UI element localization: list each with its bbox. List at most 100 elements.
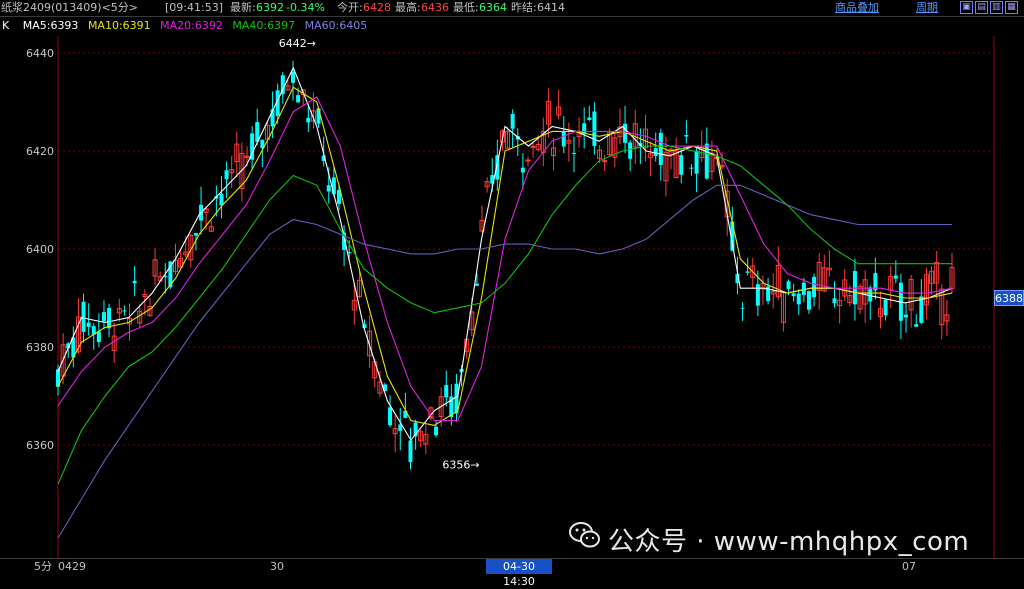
candle-body	[434, 426, 439, 436]
quote-header: 纸浆2409(013409)<5分> [09:41:53] 最新: 6392 -…	[0, 0, 1024, 17]
legend-ma40: MA40:6397	[232, 19, 296, 32]
candle-body	[919, 296, 924, 323]
candle-body	[796, 293, 801, 305]
ma-line-ma5	[57, 66, 953, 442]
y-tick-label: 6360	[26, 439, 54, 452]
high-annotation: 6442→	[279, 37, 316, 50]
candle-body	[582, 123, 587, 134]
candle-body	[525, 159, 531, 162]
candle-body	[224, 170, 229, 180]
candle-body	[745, 271, 750, 273]
candle-body	[684, 135, 689, 137]
low-label: 最低:	[453, 1, 479, 14]
ma-line-ma20	[57, 96, 953, 422]
high-label: 最高:	[395, 1, 421, 14]
candle-body	[868, 287, 873, 302]
candle-body	[530, 145, 536, 148]
prev-settle-value: 6414	[537, 1, 565, 14]
period-link[interactable]: 周期	[916, 0, 938, 16]
prev-settle-label: 昨结:	[511, 1, 537, 14]
candle-body	[571, 152, 576, 154]
layout-icon-3[interactable]: ▥	[990, 1, 1003, 14]
candle-body	[290, 71, 295, 83]
layout-icon-1[interactable]: ▣	[960, 1, 973, 14]
layout-icon-4[interactable]: ▦	[1005, 1, 1018, 14]
low-value: 6364	[479, 1, 507, 14]
candle-body	[219, 193, 224, 206]
date-label-30: 30	[270, 560, 284, 573]
candle-body	[122, 310, 127, 312]
candle-body	[755, 284, 760, 306]
candle-body	[658, 132, 663, 166]
layout-icon-2[interactable]: ▤	[975, 1, 988, 14]
legend-ma10: MA10:6391	[87, 19, 151, 32]
candle-body	[587, 117, 592, 120]
candle-body	[101, 312, 106, 322]
candle-body	[510, 114, 515, 129]
candle-body	[561, 131, 566, 147]
candle-body	[592, 111, 597, 146]
latest-label: 最新:	[230, 1, 256, 14]
candle-body	[444, 385, 449, 398]
candle-body	[832, 298, 837, 304]
y-tick-label: 6400	[26, 243, 54, 256]
candle-body	[107, 308, 112, 329]
candle-body	[904, 314, 909, 318]
open-label: 今开:	[337, 1, 363, 14]
candle-body	[602, 160, 608, 163]
candle-body	[474, 283, 479, 286]
ma-line-ma10	[57, 86, 953, 426]
candle-body	[694, 150, 699, 174]
watermark-text: 公众号 · www-mhqhpx_com	[608, 527, 970, 557]
y-tick-label: 6380	[26, 341, 54, 354]
moving-average-lines	[57, 66, 953, 539]
period-label: 5分	[34, 560, 52, 573]
high-value: 6436	[421, 1, 449, 14]
candle-body	[893, 275, 898, 279]
legend-ma20: MA20:6392	[160, 19, 223, 32]
kline-chart[interactable]: 6360 6380 6400 6420 6440 6442→ 6356→	[0, 0, 1024, 574]
candle-body	[812, 276, 817, 298]
symbol-label: 纸浆2409(013409)<5分>	[1, 1, 139, 14]
candle-body	[316, 108, 321, 124]
candle-body	[914, 324, 919, 327]
legend-k: K	[2, 19, 10, 32]
candle-body	[408, 440, 413, 463]
date-label-07: 07	[902, 560, 916, 573]
candle-body	[786, 281, 791, 289]
ma-legend: K MA5:6393 MA10:6391 MA20:6392 MA40:6397…	[0, 18, 373, 34]
quote-time: [09:41:53]	[165, 1, 223, 14]
candle-body	[689, 167, 694, 169]
candle-body	[306, 117, 311, 123]
candle-body	[86, 322, 91, 327]
candle-body	[326, 185, 331, 192]
candle-body	[96, 331, 101, 343]
candle-body	[653, 147, 658, 157]
ma-line-ma40	[57, 145, 952, 485]
candle-body	[520, 167, 525, 173]
price-axis: 6360 6380 6400 6420 6440	[26, 47, 54, 452]
latest-value: 6392	[256, 1, 284, 14]
candle-body	[388, 407, 393, 426]
legend-ma5: MA5:6393	[22, 19, 79, 32]
candle-body	[740, 307, 745, 309]
y-tick-label: 6420	[26, 145, 54, 158]
overlay-link[interactable]: 商品叠加	[835, 0, 879, 16]
candle-body	[806, 291, 811, 310]
crosshair-time-tag: 04-30 14:30	[486, 559, 552, 588]
candle-body	[193, 233, 198, 236]
candle-body	[296, 95, 301, 103]
open-value: 6428	[363, 1, 391, 14]
legend-ma60: MA60:6405	[304, 19, 368, 32]
candle-body	[81, 301, 86, 332]
low-annotation: 6356→	[442, 459, 479, 472]
candle-body	[791, 293, 796, 297]
change-value: -0.34%	[286, 1, 325, 14]
candlesticks	[56, 60, 955, 470]
candle-body	[628, 142, 633, 159]
candle-body	[331, 177, 336, 195]
candle-body	[679, 155, 684, 175]
current-price-tag: 6388	[994, 290, 1024, 306]
candle-body	[883, 299, 888, 316]
wechat-icon	[569, 522, 600, 548]
